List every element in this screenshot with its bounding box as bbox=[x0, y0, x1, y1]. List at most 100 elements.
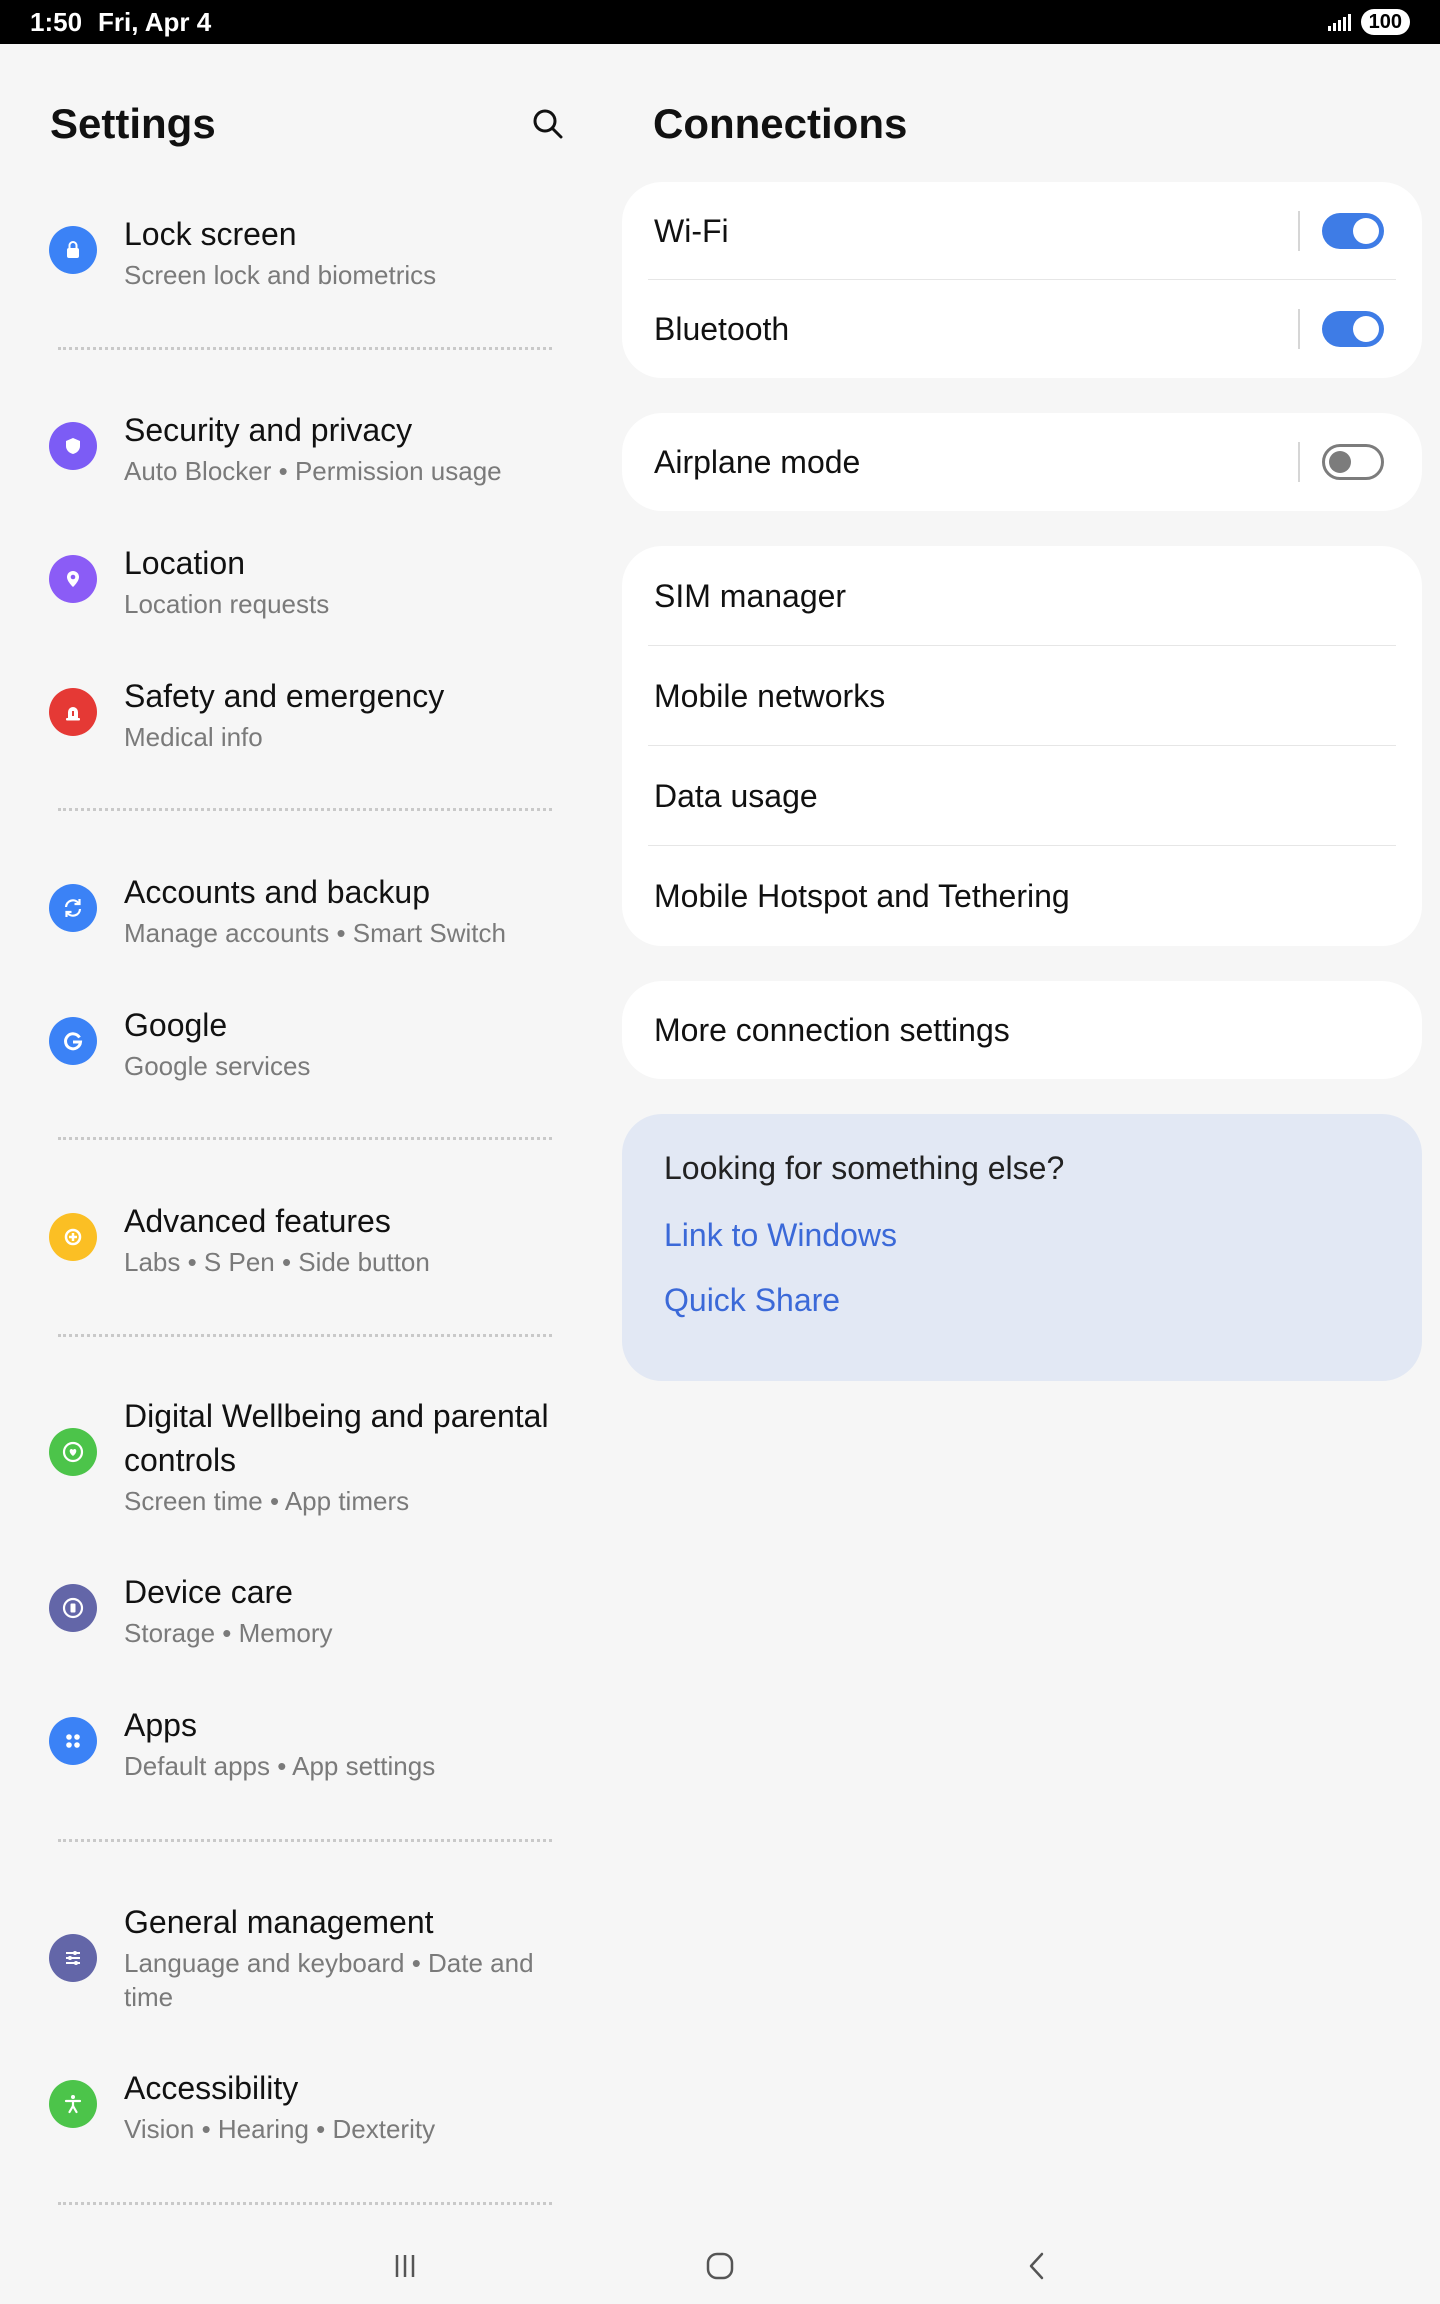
home-button[interactable] bbox=[690, 2236, 750, 2296]
airplane-label: Airplane mode bbox=[654, 443, 861, 480]
more-connection-row[interactable]: More connection settings bbox=[622, 981, 1422, 1079]
back-button[interactable] bbox=[1008, 2236, 1068, 2296]
link-to-windows-link[interactable]: Link to Windows bbox=[664, 1217, 1380, 1254]
navigation-bar bbox=[0, 2222, 1440, 2304]
plus-gear-icon bbox=[49, 1213, 97, 1261]
wifi-bluetooth-card: Wi-Fi Bluetooth bbox=[622, 182, 1422, 378]
menu-item-general-management[interactable]: General management Language and keyboard… bbox=[40, 1900, 570, 2014]
recents-button[interactable] bbox=[375, 2236, 435, 2296]
wifi-row[interactable]: Wi-Fi bbox=[622, 182, 1422, 280]
menu-item-title: Apps bbox=[124, 1707, 197, 1743]
divider bbox=[58, 808, 552, 811]
menu-item-subtitle: Google services bbox=[124, 1051, 311, 1081]
menu-item-title: Accessibility bbox=[124, 2070, 299, 2106]
divider bbox=[58, 1839, 552, 1842]
menu-item-accessibility[interactable]: Accessibility Vision • Hearing • Dexteri… bbox=[40, 2066, 580, 2146]
lock-icon bbox=[49, 226, 97, 274]
menu-item-google[interactable]: Google Google services bbox=[40, 1003, 580, 1083]
settings-header: Settings bbox=[50, 100, 570, 148]
wifi-label: Wi-Fi bbox=[654, 212, 729, 249]
settings-title: Settings bbox=[50, 100, 216, 147]
looking-for-card: Looking for something else? Link to Wind… bbox=[622, 1114, 1422, 1381]
menu-item-advanced-features[interactable]: Advanced features Labs • S Pen • Side bu… bbox=[40, 1199, 580, 1279]
menu-item-title: Accounts and backup bbox=[124, 874, 430, 910]
wellbeing-icon bbox=[49, 1428, 97, 1476]
recents-icon bbox=[395, 2255, 415, 2277]
menu-item-subtitle: Location requests bbox=[124, 589, 330, 619]
network-card: SIM manager Mobile networks Data usage M… bbox=[622, 546, 1422, 946]
menu-item-title: General management bbox=[124, 1904, 434, 1940]
menu-item-digital-wellbeing[interactable]: Digital Wellbeing and parental controls … bbox=[40, 1394, 560, 1518]
more-connection-label: More connection settings bbox=[654, 1011, 1010, 1048]
accessibility-icon bbox=[49, 2080, 97, 2128]
device-care-icon bbox=[49, 1584, 97, 1632]
menu-item-title: Device care bbox=[124, 1574, 293, 1610]
menu-item-apps[interactable]: Apps Default apps • App settings bbox=[40, 1703, 580, 1783]
airplane-row[interactable]: Airplane mode bbox=[622, 413, 1422, 511]
menu-item-lock-screen[interactable]: Lock screen Screen lock and biometrics bbox=[40, 212, 580, 292]
menu-item-security-privacy[interactable]: Security and privacy Auto Blocker • Perm… bbox=[40, 408, 580, 488]
search-icon bbox=[533, 109, 563, 139]
menu-item-subtitle: Labs • S Pen • Side button bbox=[124, 1247, 430, 1277]
menu-item-title: Digital Wellbeing and parental controls bbox=[124, 1398, 549, 1478]
menu-item-subtitle: Language and keyboard • Date and time bbox=[124, 1948, 534, 2012]
hotspot-label: Mobile Hotspot and Tethering bbox=[654, 877, 1070, 914]
divider bbox=[58, 1137, 552, 1140]
airplane-toggle[interactable] bbox=[1322, 444, 1384, 480]
status-date: Fri, Apr 4 bbox=[98, 6, 212, 37]
separator bbox=[1298, 442, 1300, 482]
menu-item-title: Lock screen bbox=[124, 216, 297, 252]
sim-manager-label: SIM manager bbox=[654, 577, 847, 614]
alert-icon bbox=[49, 688, 97, 736]
menu-item-title: Location bbox=[124, 545, 245, 581]
menu-item-subtitle: Vision • Hearing • Dexterity bbox=[124, 2114, 436, 2144]
sliders-icon bbox=[49, 1934, 97, 1982]
wifi-toggle[interactable] bbox=[1322, 213, 1384, 249]
menu-item-subtitle: Auto Blocker • Permission usage bbox=[124, 456, 502, 486]
divider bbox=[58, 2202, 552, 2205]
data-usage-label: Data usage bbox=[654, 777, 818, 814]
apps-grid-icon bbox=[49, 1717, 97, 1765]
signal-icon bbox=[1327, 13, 1351, 31]
shield-icon bbox=[49, 422, 97, 470]
search-button[interactable] bbox=[526, 102, 570, 146]
mobile-networks-label: Mobile networks bbox=[654, 677, 886, 714]
menu-item-subtitle: Screen lock and biometrics bbox=[124, 260, 437, 290]
menu-item-subtitle: Screen time • App timers bbox=[124, 1486, 410, 1516]
hotspot-row[interactable]: Mobile Hotspot and Tethering bbox=[622, 846, 1422, 946]
menu-item-subtitle: Default apps • App settings bbox=[124, 1751, 436, 1781]
battery-indicator: 100 bbox=[1360, 9, 1410, 35]
more-connection-card: More connection settings bbox=[622, 981, 1422, 1079]
bluetooth-toggle[interactable] bbox=[1322, 311, 1384, 347]
menu-item-title: Security and privacy bbox=[124, 412, 413, 448]
divider bbox=[58, 1334, 552, 1337]
separator bbox=[1298, 211, 1300, 251]
menu-item-accounts-backup[interactable]: Accounts and backup Manage accounts • Sm… bbox=[40, 870, 580, 950]
bluetooth-row[interactable]: Bluetooth bbox=[622, 280, 1422, 378]
menu-item-title: Google bbox=[124, 1007, 228, 1043]
google-icon bbox=[49, 1017, 97, 1065]
menu-item-location[interactable]: Location Location requests bbox=[40, 541, 580, 621]
data-usage-row[interactable]: Data usage bbox=[622, 746, 1422, 846]
menu-item-subtitle: Storage • Memory bbox=[124, 1618, 333, 1648]
menu-item-device-care[interactable]: Device care Storage • Memory bbox=[40, 1570, 580, 1650]
menu-item-title: Safety and emergency bbox=[124, 678, 445, 714]
airplane-card: Airplane mode bbox=[622, 413, 1422, 511]
divider bbox=[58, 347, 552, 350]
separator bbox=[1298, 309, 1300, 349]
home-icon bbox=[706, 2252, 734, 2280]
sim-manager-row[interactable]: SIM manager bbox=[622, 546, 1422, 646]
looking-for-title: Looking for something else? bbox=[664, 1150, 1065, 1186]
menu-item-title: Advanced features bbox=[124, 1203, 391, 1239]
quick-share-link[interactable]: Quick Share bbox=[664, 1282, 1380, 1319]
back-icon bbox=[1029, 2252, 1044, 2280]
mobile-networks-row[interactable]: Mobile networks bbox=[622, 646, 1422, 746]
status-bar: 1:50 Fri, Apr 4 100 bbox=[0, 0, 1440, 44]
menu-item-subtitle: Medical info bbox=[124, 722, 263, 752]
menu-item-safety-emergency[interactable]: Safety and emergency Medical info bbox=[40, 674, 580, 754]
status-time: 1:50 bbox=[30, 6, 83, 37]
sync-icon bbox=[49, 884, 97, 932]
menu-item-subtitle: Manage accounts • Smart Switch bbox=[124, 918, 506, 948]
location-pin-icon bbox=[49, 555, 97, 603]
connections-title: Connections bbox=[653, 100, 908, 147]
